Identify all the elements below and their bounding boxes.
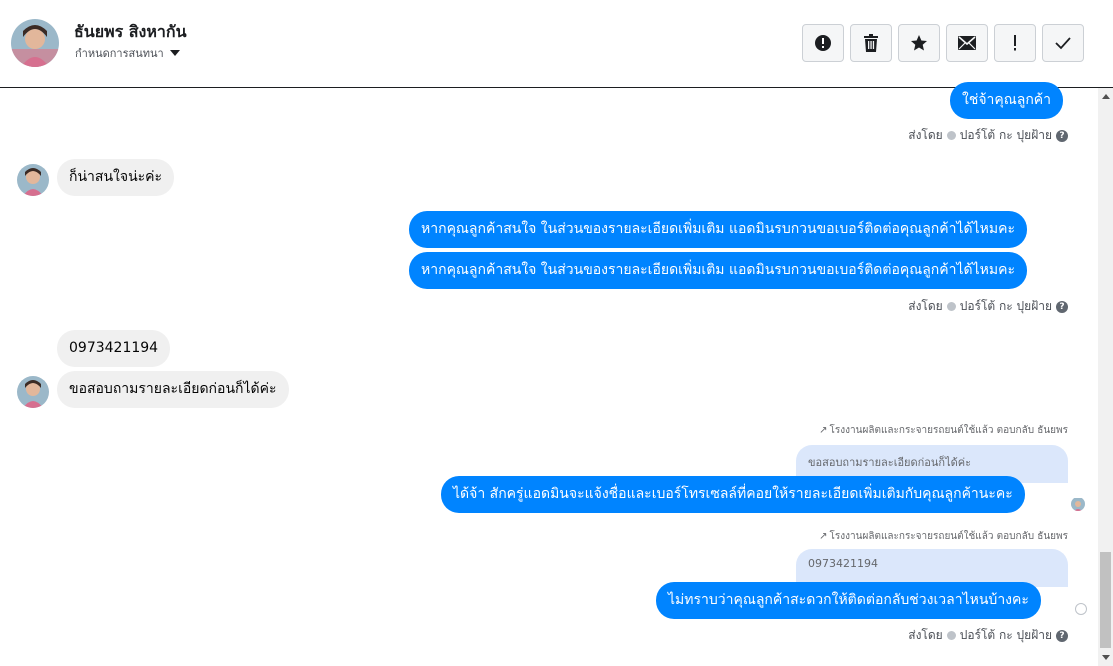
scroll-down-arrow-icon[interactable]: [1102, 655, 1110, 660]
message-outgoing[interactable]: หากคุณลูกค้าสนใจ ในส่วนของรายละเอียดเพิ่…: [409, 211, 1028, 248]
alert-circle-icon: [815, 35, 831, 51]
message-outgoing[interactable]: ได้จ้า สักครู่แอดมินจะแจ้งชื่อและเบอร์โท…: [441, 476, 1025, 513]
scrollbar-thumb[interactable]: [1100, 552, 1111, 648]
sent-by-label: ส่งโดย: [908, 128, 943, 142]
reply-note-text: โรงงานผลิตและกระจายรถยนต์ใช้แล้ว ตอบกลับ…: [829, 425, 1069, 436]
chevron-down-icon: [169, 50, 180, 56]
sent-status-icon: [1075, 603, 1087, 615]
seen-avatar: [1071, 497, 1085, 511]
exclamation-icon: [1014, 35, 1016, 51]
help-icon[interactable]: ?: [1056, 300, 1068, 313]
message-outgoing[interactable]: ไม่ทราบว่าคุณลูกค้าสะดวกให้ติดต่อกลับช่ว…: [656, 582, 1041, 619]
reply-note: ↗ โรงงานผลิตและกระจายรถยนต์ใช้แล้ว ตอบกล…: [819, 529, 1068, 544]
contact-avatar-small[interactable]: [17, 164, 49, 196]
message-incoming[interactable]: ก็น่าสนใจน่ะค่ะ: [57, 159, 175, 196]
agent-dot-icon: [946, 131, 956, 140]
agent-dot-icon: [946, 631, 956, 640]
reply-arrow-icon: ↗: [819, 425, 828, 436]
sent-by-info: ส่งโดย ปอร์โต้ กะ ปุยฝ้าย ?: [908, 626, 1068, 645]
message-outgoing[interactable]: หากคุณลูกค้าสนใจ ในส่วนของรายละเอียดเพิ่…: [409, 252, 1028, 289]
agent-dot-icon: [946, 302, 956, 311]
trash-icon: [864, 34, 878, 52]
star-button[interactable]: [898, 24, 940, 62]
help-icon[interactable]: ?: [1056, 629, 1068, 642]
sent-by-agent[interactable]: ปอร์โต้ กะ ปุยฝ้าย: [960, 626, 1052, 645]
scrollbar[interactable]: [1098, 88, 1113, 666]
sent-by-info: ส่งโดย ปอร์โต้ กะ ปุยฝ้าย ?: [908, 126, 1068, 145]
sent-by-label: ส่งโดย: [908, 628, 943, 642]
sent-by-agent[interactable]: ปอร์โต้ กะ ปุยฝ้าย: [960, 297, 1052, 316]
reply-note: ↗ โรงงานผลิตและกระจายรถยนต์ใช้แล้ว ตอบกล…: [819, 423, 1068, 438]
message-outgoing[interactable]: ใช่จ้าคุณลูกค้า: [950, 82, 1064, 119]
conversation-settings-label: กำหนดการสนทนา: [75, 47, 164, 60]
delete-button[interactable]: [850, 24, 892, 62]
follow-up-button[interactable]: [994, 24, 1036, 62]
message-thread: ใช่จ้าคุณลูกค้า ส่งโดย ปอร์โต้ กะ ปุยฝ้า…: [0, 82, 1098, 666]
contact-avatar[interactable]: [11, 19, 59, 67]
message-incoming[interactable]: ขอสอบถามรายละเอียดก่อนก็ได้ค่ะ: [57, 371, 289, 408]
conversation-header: ธันยพร สิงหากัน กำหนดการสนทนา: [0, 0, 1113, 88]
conversation-toolbar: [802, 24, 1084, 62]
mark-unread-button[interactable]: [946, 24, 988, 62]
mark-done-button[interactable]: [1042, 24, 1084, 62]
message-incoming[interactable]: 0973421194: [57, 330, 171, 367]
sent-by-label: ส่งโดย: [908, 299, 943, 313]
help-icon[interactable]: ?: [1056, 129, 1068, 142]
reply-note-text: โรงงานผลิตและกระจายรถยนต์ใช้แล้ว ตอบกลับ…: [829, 531, 1069, 542]
envelope-icon: [958, 36, 976, 50]
scroll-up-arrow-icon[interactable]: [1102, 94, 1110, 99]
mark-spam-button[interactable]: [802, 24, 844, 62]
star-icon: [911, 35, 927, 51]
checkmark-icon: [1055, 37, 1071, 50]
conversation-settings-dropdown[interactable]: กำหนดการสนทนา: [75, 44, 180, 62]
sent-by-agent[interactable]: ปอร์โต้ กะ ปุยฝ้าย: [960, 126, 1052, 145]
sent-by-info: ส่งโดย ปอร์โต้ กะ ปุยฝ้าย ?: [908, 297, 1068, 316]
contact-name[interactable]: ธันยพร สิงหากัน: [74, 20, 187, 45]
contact-avatar-small[interactable]: [17, 376, 49, 408]
reply-arrow-icon: ↗: [819, 531, 828, 542]
